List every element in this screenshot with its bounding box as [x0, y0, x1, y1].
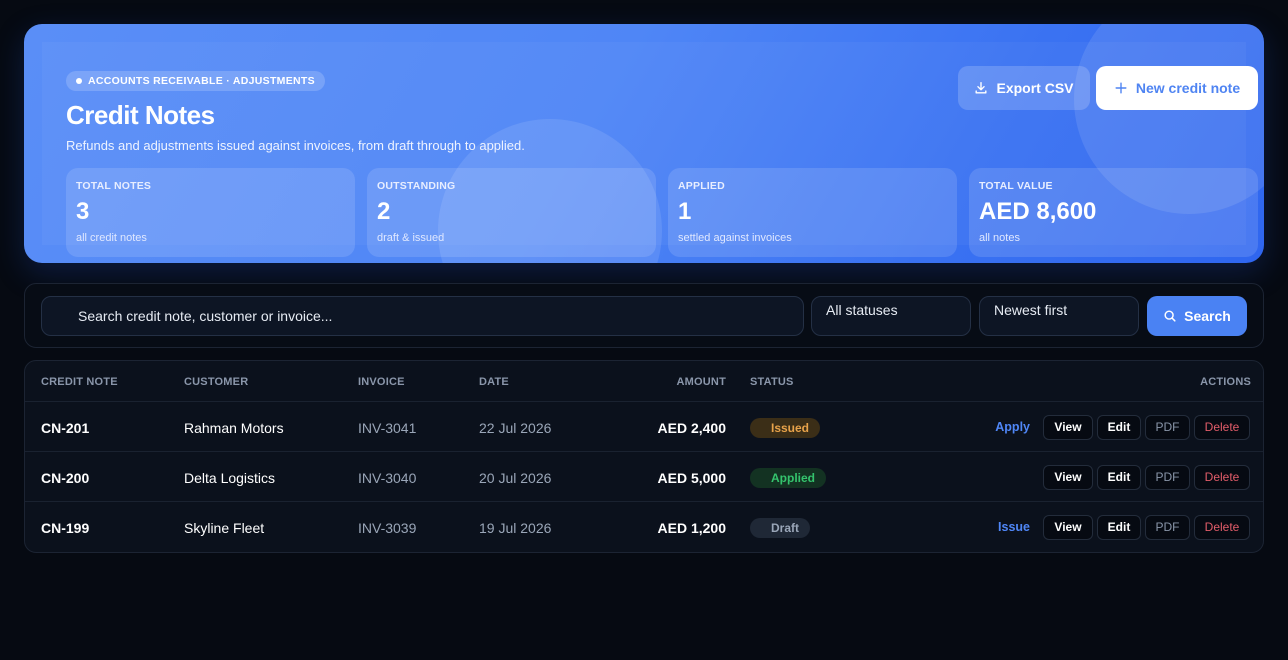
table-header: CREDIT NOTE CUSTOMER INVOICE DATE AMOUNT…: [25, 361, 1263, 402]
stat-value: 1: [678, 198, 692, 225]
status-badge: Applied: [750, 468, 826, 488]
invoice-id: INV-3039: [358, 520, 417, 536]
eyebrow-label: ACCOUNTS RECEIVABLE · ADJUSTMENTS: [88, 75, 315, 87]
search-input[interactable]: [41, 296, 804, 336]
note-amount: AED 2,400: [657, 420, 726, 436]
customer-name: Rahman Motors: [184, 420, 284, 436]
stat-note: all notes: [979, 232, 1020, 244]
view-button[interactable]: View: [1043, 465, 1093, 490]
stat-label: OUTSTANDING: [377, 180, 456, 192]
status-badge: Issued: [750, 418, 821, 438]
search-button[interactable]: Search: [1147, 296, 1247, 336]
stat-card-total-notes: TOTAL NOTES 3 all credit notes: [66, 168, 355, 257]
pdf-button[interactable]: PDF: [1145, 465, 1190, 490]
table-row: CN-201 Rahman Motors INV-3041 22 Jul 202…: [25, 402, 1263, 452]
page-title: Credit Notes: [66, 100, 215, 130]
column-header-credit-note: CREDIT NOTE: [41, 376, 118, 388]
stat-value: AED 8,600: [979, 198, 1097, 225]
invoice-id: INV-3040: [358, 470, 417, 486]
invoice-id: INV-3041: [358, 420, 417, 436]
view-button[interactable]: View: [1043, 415, 1093, 440]
status-filter-select[interactable]: All statuses: [811, 296, 971, 336]
stat-card-outstanding: OUTSTANDING 2 draft & issued: [367, 168, 656, 257]
customer-name: Skyline Fleet: [184, 520, 265, 536]
table-row: CN-200 Delta Logistics INV-3040 20 Jul 2…: [25, 452, 1263, 502]
credit-note-id[interactable]: CN-201: [41, 420, 89, 436]
column-header-actions: ACTIONS: [1200, 376, 1251, 388]
column-header-amount: AMOUNT: [676, 376, 726, 388]
credit-note-id[interactable]: CN-199: [41, 520, 89, 536]
note-amount: AED 1,200: [657, 520, 726, 536]
stat-card-applied: APPLIED 1 settled against invoices: [668, 168, 957, 257]
stat-cards: TOTAL NOTES 3 all credit notes OUTSTANDI…: [66, 168, 1258, 257]
search-button-label: Search: [1184, 308, 1231, 324]
delete-button[interactable]: Delete: [1194, 515, 1250, 540]
view-button[interactable]: View: [1043, 515, 1093, 540]
plus-icon: [1115, 82, 1127, 94]
status-badge: Draft: [750, 518, 811, 538]
delete-button[interactable]: Delete: [1194, 465, 1250, 490]
edit-button[interactable]: Edit: [1097, 415, 1141, 440]
stat-note: all credit notes: [76, 232, 147, 244]
apply-link[interactable]: Apply: [995, 420, 1030, 434]
note-date: 19 Jul 2026: [479, 520, 552, 536]
stat-value: 2: [377, 198, 391, 225]
status-filter-value: All statuses: [826, 302, 898, 318]
page-subtitle: Refunds and adjustments issued against i…: [66, 138, 525, 153]
column-header-date: DATE: [479, 376, 509, 388]
note-date: 22 Jul 2026: [479, 420, 552, 436]
sort-select[interactable]: Newest first: [979, 296, 1139, 336]
search-icon: [1164, 310, 1176, 322]
download-icon: [975, 82, 987, 94]
page-header: ACCOUNTS RECEIVABLE · ADJUSTMENTS Credit…: [24, 24, 1264, 263]
sort-value: Newest first: [994, 302, 1068, 318]
stat-note: draft & issued: [377, 232, 445, 244]
customer-name: Delta Logistics: [184, 470, 276, 486]
stat-card-total-value: TOTAL VALUE AED 8,600 all notes: [969, 168, 1258, 257]
stat-value: 3: [76, 198, 90, 225]
column-header-invoice: INVOICE: [358, 376, 405, 388]
pdf-button[interactable]: PDF: [1145, 515, 1190, 540]
header-content: ACCOUNTS RECEIVABLE · ADJUSTMENTS Credit…: [42, 42, 1258, 257]
stat-note: settled against invoices: [678, 232, 792, 244]
edit-button[interactable]: Edit: [1097, 465, 1141, 490]
table-row: CN-199 Skyline Fleet INV-3039 19 Jul 202…: [25, 502, 1263, 552]
column-header-customer: CUSTOMER: [184, 376, 249, 388]
credit-notes-table: CREDIT NOTE CUSTOMER INVOICE DATE AMOUNT…: [24, 360, 1264, 553]
stat-label: TOTAL VALUE: [979, 180, 1053, 192]
delete-button[interactable]: Delete: [1194, 415, 1250, 440]
stat-label: APPLIED: [678, 180, 725, 192]
issue-link[interactable]: Issue: [998, 520, 1030, 534]
filter-bar: All statuses Newest first Search: [24, 283, 1264, 348]
new-credit-note-button[interactable]: New credit note: [1096, 66, 1258, 110]
credit-note-id[interactable]: CN-200: [41, 470, 89, 486]
new-credit-note-label: New credit note: [1135, 80, 1241, 96]
edit-button[interactable]: Edit: [1097, 515, 1141, 540]
section-eyebrow: ACCOUNTS RECEIVABLE · ADJUSTMENTS: [66, 71, 325, 91]
stat-label: TOTAL NOTES: [76, 180, 152, 192]
dot-icon: [76, 78, 82, 84]
export-csv-label: Export CSV: [996, 80, 1074, 96]
export-csv-button[interactable]: Export CSV: [958, 66, 1090, 110]
pdf-button[interactable]: PDF: [1145, 415, 1190, 440]
column-header-status: STATUS: [750, 376, 794, 388]
note-amount: AED 5,000: [657, 470, 726, 486]
note-date: 20 Jul 2026: [479, 470, 552, 486]
